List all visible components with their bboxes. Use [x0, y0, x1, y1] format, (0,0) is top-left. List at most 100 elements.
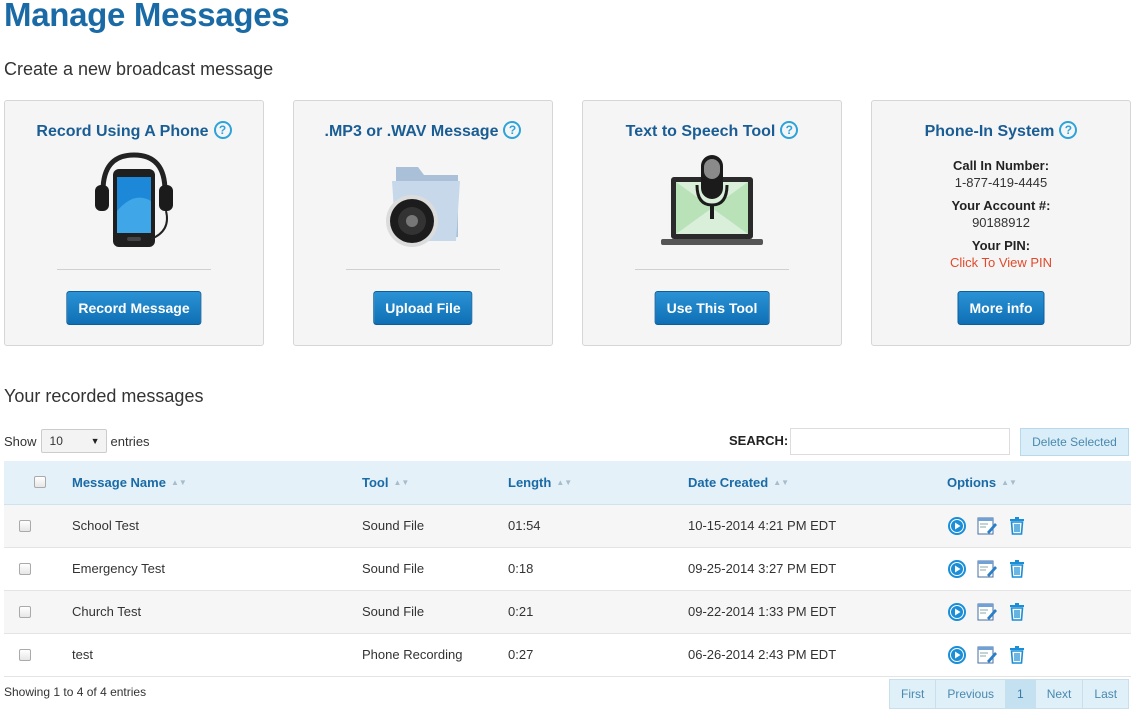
entries-label: entries [110, 433, 150, 449]
row-options [946, 645, 1028, 665]
help-icon[interactable]: ? [1059, 121, 1078, 139]
page-title: Manage Messages [4, 0, 290, 33]
page-size-select[interactable]: 10 ▼ [40, 429, 107, 453]
tool-cell: Sound File [362, 604, 425, 619]
page-size-control: Show 10 ▼ entries [4, 429, 150, 453]
record-message-button[interactable]: Record Message [66, 291, 202, 325]
length-cell: 0:21 [508, 604, 534, 619]
column-header-message-name[interactable]: Message Name ▲▼ [72, 475, 187, 490]
delete-selected-button[interactable]: Delete Selected [1020, 428, 1129, 456]
pagination: First Previous 1 Next Last [889, 679, 1130, 709]
view-pin-link[interactable]: Click To View PIN [872, 254, 1130, 271]
more-info-button[interactable]: More info [957, 291, 1045, 325]
sort-icon: ▲▼ [556, 477, 573, 487]
call-in-number: 1-877-419-4445 [954, 175, 1048, 190]
edit-icon[interactable] [976, 516, 998, 536]
row-options [946, 516, 1028, 536]
account-label: Your Account #: [951, 198, 1051, 213]
use-this-tool-button[interactable]: Use This Tool [654, 291, 770, 325]
column-label: Message Name [72, 475, 166, 490]
pin-label: Your PIN: [971, 238, 1031, 253]
card-record-phone: Record Using A Phone ? Record Message [4, 100, 264, 346]
trash-icon[interactable] [1006, 645, 1028, 665]
recorded-heading: Your recorded messages [4, 386, 204, 406]
table-row: School Test Sound File 01:54 10-15-2014 4:2… [4, 505, 1131, 548]
table-row: test Phone Recording 0:27 06-26-2014 2:43 P… [4, 634, 1131, 677]
laptop-microphone-icon [583, 151, 841, 251]
date-created-cell: 10-15-2014 4:21 PM EDT [688, 518, 837, 533]
card-title-text: .MP3 or .WAV Message [324, 123, 499, 140]
tool-cell: Sound File [362, 561, 425, 576]
search-input[interactable] [790, 428, 1010, 455]
card-divider [346, 269, 500, 270]
upload-file-button[interactable]: Upload File [373, 291, 473, 325]
messages-table: Message Name ▲▼ Tool ▲▼ Length ▲▼ Date C… [4, 461, 1131, 677]
card-title-upload: .MP3 or .WAV Message ? [294, 121, 552, 141]
phone-in-info: Call In Number: 1-877-419-4445 Your Acco… [872, 157, 1130, 271]
play-icon[interactable] [946, 645, 968, 665]
trash-icon[interactable] [1006, 559, 1028, 579]
date-created-cell: 09-22-2014 1:33 PM EDT [688, 604, 837, 619]
row-checkbox[interactable] [19, 520, 31, 532]
select-all-checkbox[interactable] [34, 476, 46, 488]
date-created-cell: 06-26-2014 2:43 PM EDT [688, 647, 837, 662]
pager-first[interactable]: First [890, 680, 937, 708]
column-label: Options [947, 475, 997, 490]
card-title-phone-in: Phone-In System ? [872, 121, 1130, 141]
card-title-text: Record Using A Phone [36, 123, 209, 140]
play-icon[interactable] [946, 602, 968, 622]
chevron-down-icon: ▼ [90, 436, 100, 446]
play-icon[interactable] [946, 516, 968, 536]
table-header: Message Name ▲▼ Tool ▲▼ Length ▲▼ Date C… [4, 461, 1131, 505]
pager-page-1[interactable]: 1 [1006, 680, 1036, 708]
help-icon[interactable]: ? [213, 121, 232, 139]
phone-headphones-icon [5, 151, 263, 251]
pager-next[interactable]: Next [1036, 680, 1084, 708]
edit-icon[interactable] [976, 602, 998, 622]
account-number: 90188912 [972, 215, 1030, 230]
card-upload-file: .MP3 or .WAV Message ? Upload File [293, 100, 553, 346]
message-name-cell: School Test [72, 518, 139, 533]
pager-last[interactable]: Last [1083, 680, 1128, 708]
row-checkbox[interactable] [19, 563, 31, 575]
table-info: Showing 1 to 4 of 4 entries [4, 685, 147, 699]
help-icon[interactable]: ? [503, 121, 522, 139]
card-divider [635, 269, 789, 270]
call-in-label: Call In Number: [952, 158, 1050, 173]
column-header-options[interactable]: Options ▲▼ [947, 475, 1017, 490]
search-label: SEARCH: [729, 433, 789, 448]
length-cell: 01:54 [508, 518, 541, 533]
sort-icon: ▲▼ [1001, 477, 1017, 487]
column-header-length[interactable]: Length ▲▼ [508, 475, 572, 490]
card-text-to-speech: Text to Speech Tool ? Use This Tool [582, 100, 842, 346]
edit-icon[interactable] [976, 559, 998, 579]
pager-previous[interactable]: Previous [936, 680, 1007, 708]
column-header-tool[interactable]: Tool ▲▼ [362, 475, 409, 490]
row-options [946, 559, 1028, 579]
table-row: Church Test Sound File 0:21 09-22-2014 1:33… [4, 591, 1131, 634]
create-heading: Create a new broadcast message [4, 59, 274, 79]
trash-icon[interactable] [1006, 516, 1028, 536]
play-icon[interactable] [946, 559, 968, 579]
length-cell: 0:27 [508, 647, 534, 662]
column-label: Date Created [688, 475, 769, 490]
message-name-cell: Emergency Test [72, 561, 165, 576]
folder-audio-icon [294, 151, 552, 251]
message-name-cell: Church Test [72, 604, 142, 619]
sort-icon: ▲▼ [773, 477, 790, 487]
row-options [946, 602, 1028, 622]
trash-icon[interactable] [1006, 602, 1028, 622]
tool-cell: Phone Recording [362, 647, 463, 662]
card-title-tts: Text to Speech Tool ? [583, 121, 841, 141]
edit-icon[interactable] [976, 645, 998, 665]
help-icon[interactable]: ? [780, 121, 799, 139]
row-checkbox[interactable] [19, 649, 31, 661]
card-divider [57, 269, 211, 270]
row-checkbox[interactable] [19, 606, 31, 618]
card-phone-in-system: Phone-In System ? Call In Number: 1-877-… [871, 100, 1131, 346]
card-title-text: Phone-In System [924, 123, 1055, 140]
sort-icon: ▲▼ [170, 477, 187, 487]
sort-icon: ▲▼ [393, 477, 410, 487]
column-header-date-created[interactable]: Date Created ▲▼ [688, 475, 789, 490]
show-label: Show [4, 433, 37, 449]
